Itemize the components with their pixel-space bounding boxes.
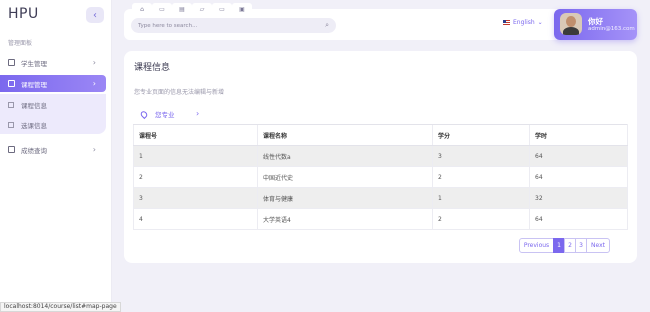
- grid-icon: [8, 101, 14, 108]
- cell-course-id: 3: [133, 187, 258, 209]
- table-row[interactable]: 1 线性代数a 3 64: [133, 145, 628, 167]
- info-note: 您专业页面的信息无法编辑与新增: [134, 89, 225, 96]
- avatar: [560, 13, 582, 35]
- pagination-next-button[interactable]: Next: [586, 238, 610, 253]
- column-header-course-id[interactable]: 课程号: [133, 124, 258, 146]
- column-header-course-name[interactable]: 课程名称: [257, 124, 433, 146]
- grid-icon[interactable]: ▤: [172, 3, 192, 15]
- sidebar-collapse-button[interactable]: ‹: [86, 7, 104, 23]
- sidebar: HPU ‹ 管理面板 学生管理 › 课程信息 选课信息 课程管理 › 成绩查询 …: [0, 0, 112, 312]
- chat-icon[interactable]: ▱: [192, 3, 212, 15]
- language-selector[interactable]: English ⌄: [503, 19, 543, 26]
- chevron-right-icon[interactable]: ›: [196, 109, 199, 118]
- cell-hours: 32: [529, 187, 628, 209]
- table-row[interactable]: 3 体育与健康 1 32: [133, 187, 628, 209]
- pagination-previous-button[interactable]: Previous: [519, 238, 554, 253]
- search-bar: ⌕: [131, 18, 336, 33]
- chevron-down-icon: ⌄: [537, 19, 543, 26]
- column-header-hours[interactable]: 学时: [529, 124, 628, 146]
- sidebar-section-label: 管理面板: [8, 40, 33, 47]
- grid-icon: [8, 121, 14, 128]
- message-icon[interactable]: ▭: [212, 3, 232, 15]
- cell-course-name: 中国近代史: [257, 166, 433, 188]
- course-info-card: 课程信息 您专业页面的信息无法编辑与新增 您专业 › 课程号 课程名称 学分 学…: [124, 51, 637, 263]
- sidebar-item-label: 成绩查询: [21, 146, 47, 155]
- cell-hours: 64: [529, 166, 628, 188]
- sidebar-item-students[interactable]: 学生管理 ›: [0, 54, 106, 71]
- status-bar-url: localhost:8014/course/list#map-page: [0, 302, 121, 312]
- us-flag-icon: [503, 20, 510, 25]
- toolbar-icons: ⌂ ▭ ▤ ▱ ▭ ▣: [132, 3, 252, 15]
- sidebar-item-courses[interactable]: 课程管理 ›: [0, 75, 106, 92]
- cell-course-name: 线性代数a: [257, 145, 433, 167]
- chevron-right-icon: ›: [92, 79, 96, 88]
- page-title: 课程信息: [134, 63, 171, 73]
- major-link-label: 您专业: [155, 111, 175, 119]
- cell-course-id: 4: [133, 208, 258, 230]
- cell-course-name: 大学英语4: [257, 208, 433, 230]
- chevron-right-icon: ›: [92, 145, 96, 154]
- sidebar-item-label: 课程管理: [21, 80, 47, 89]
- cell-credits: 2: [432, 166, 530, 188]
- book-icon: [8, 59, 15, 66]
- mail-icon[interactable]: ▣: [232, 3, 252, 15]
- table-icon: [8, 80, 15, 87]
- cell-course-name: 体育与健康: [257, 187, 433, 209]
- window-icon[interactable]: ▭: [152, 3, 172, 15]
- user-email: admin@163.com: [588, 26, 635, 32]
- sidebar-item-label: 学生管理: [21, 59, 47, 68]
- clipboard-icon: [8, 146, 15, 153]
- table-row[interactable]: 2 中国近代史 2 64: [133, 166, 628, 188]
- cell-course-id: 2: [133, 166, 258, 188]
- chevron-right-icon: ›: [92, 58, 96, 67]
- column-header-credits[interactable]: 学分: [432, 124, 530, 146]
- cell-hours: 64: [529, 145, 628, 167]
- language-label: English: [513, 19, 535, 26]
- sidebar-subitem-label: 课程信息: [21, 101, 47, 110]
- sidebar-submenu: 课程信息 选课信息: [0, 94, 106, 134]
- major-filter-link[interactable]: 您专业: [139, 109, 175, 119]
- cell-credits: 3: [432, 145, 530, 167]
- sidebar-subitem-label: 选课信息: [21, 121, 47, 130]
- sidebar-subitem-selection-info[interactable]: 选课信息: [0, 116, 106, 133]
- cell-hours: 64: [529, 208, 628, 230]
- search-icon[interactable]: ⌕: [325, 21, 329, 30]
- sidebar-item-grades[interactable]: 成绩查询 ›: [0, 141, 106, 158]
- user-profile-card[interactable]: 你好 admin@163.com: [554, 9, 637, 40]
- cell-credits: 1: [432, 187, 530, 209]
- sidebar-subitem-course-info[interactable]: 课程信息: [0, 96, 106, 113]
- cell-course-id: 1: [133, 145, 258, 167]
- table-header-row: 课程号 课程名称 学分 学时: [133, 124, 628, 146]
- location-pin-icon: [139, 109, 149, 119]
- app-logo[interactable]: HPU: [8, 6, 39, 22]
- table-row[interactable]: 4 大学英语4 2 64: [133, 208, 628, 230]
- cell-credits: 2: [432, 208, 530, 230]
- search-input[interactable]: [138, 22, 318, 29]
- home-icon[interactable]: ⌂: [132, 3, 152, 15]
- pagination: Previous 1 2 3 Next: [519, 238, 610, 253]
- chevron-left-icon: ‹: [93, 9, 97, 21]
- course-table: 课程号 课程名称 学分 学时 1 线性代数a 3 64 2 中国近代史 2 64…: [133, 124, 628, 230]
